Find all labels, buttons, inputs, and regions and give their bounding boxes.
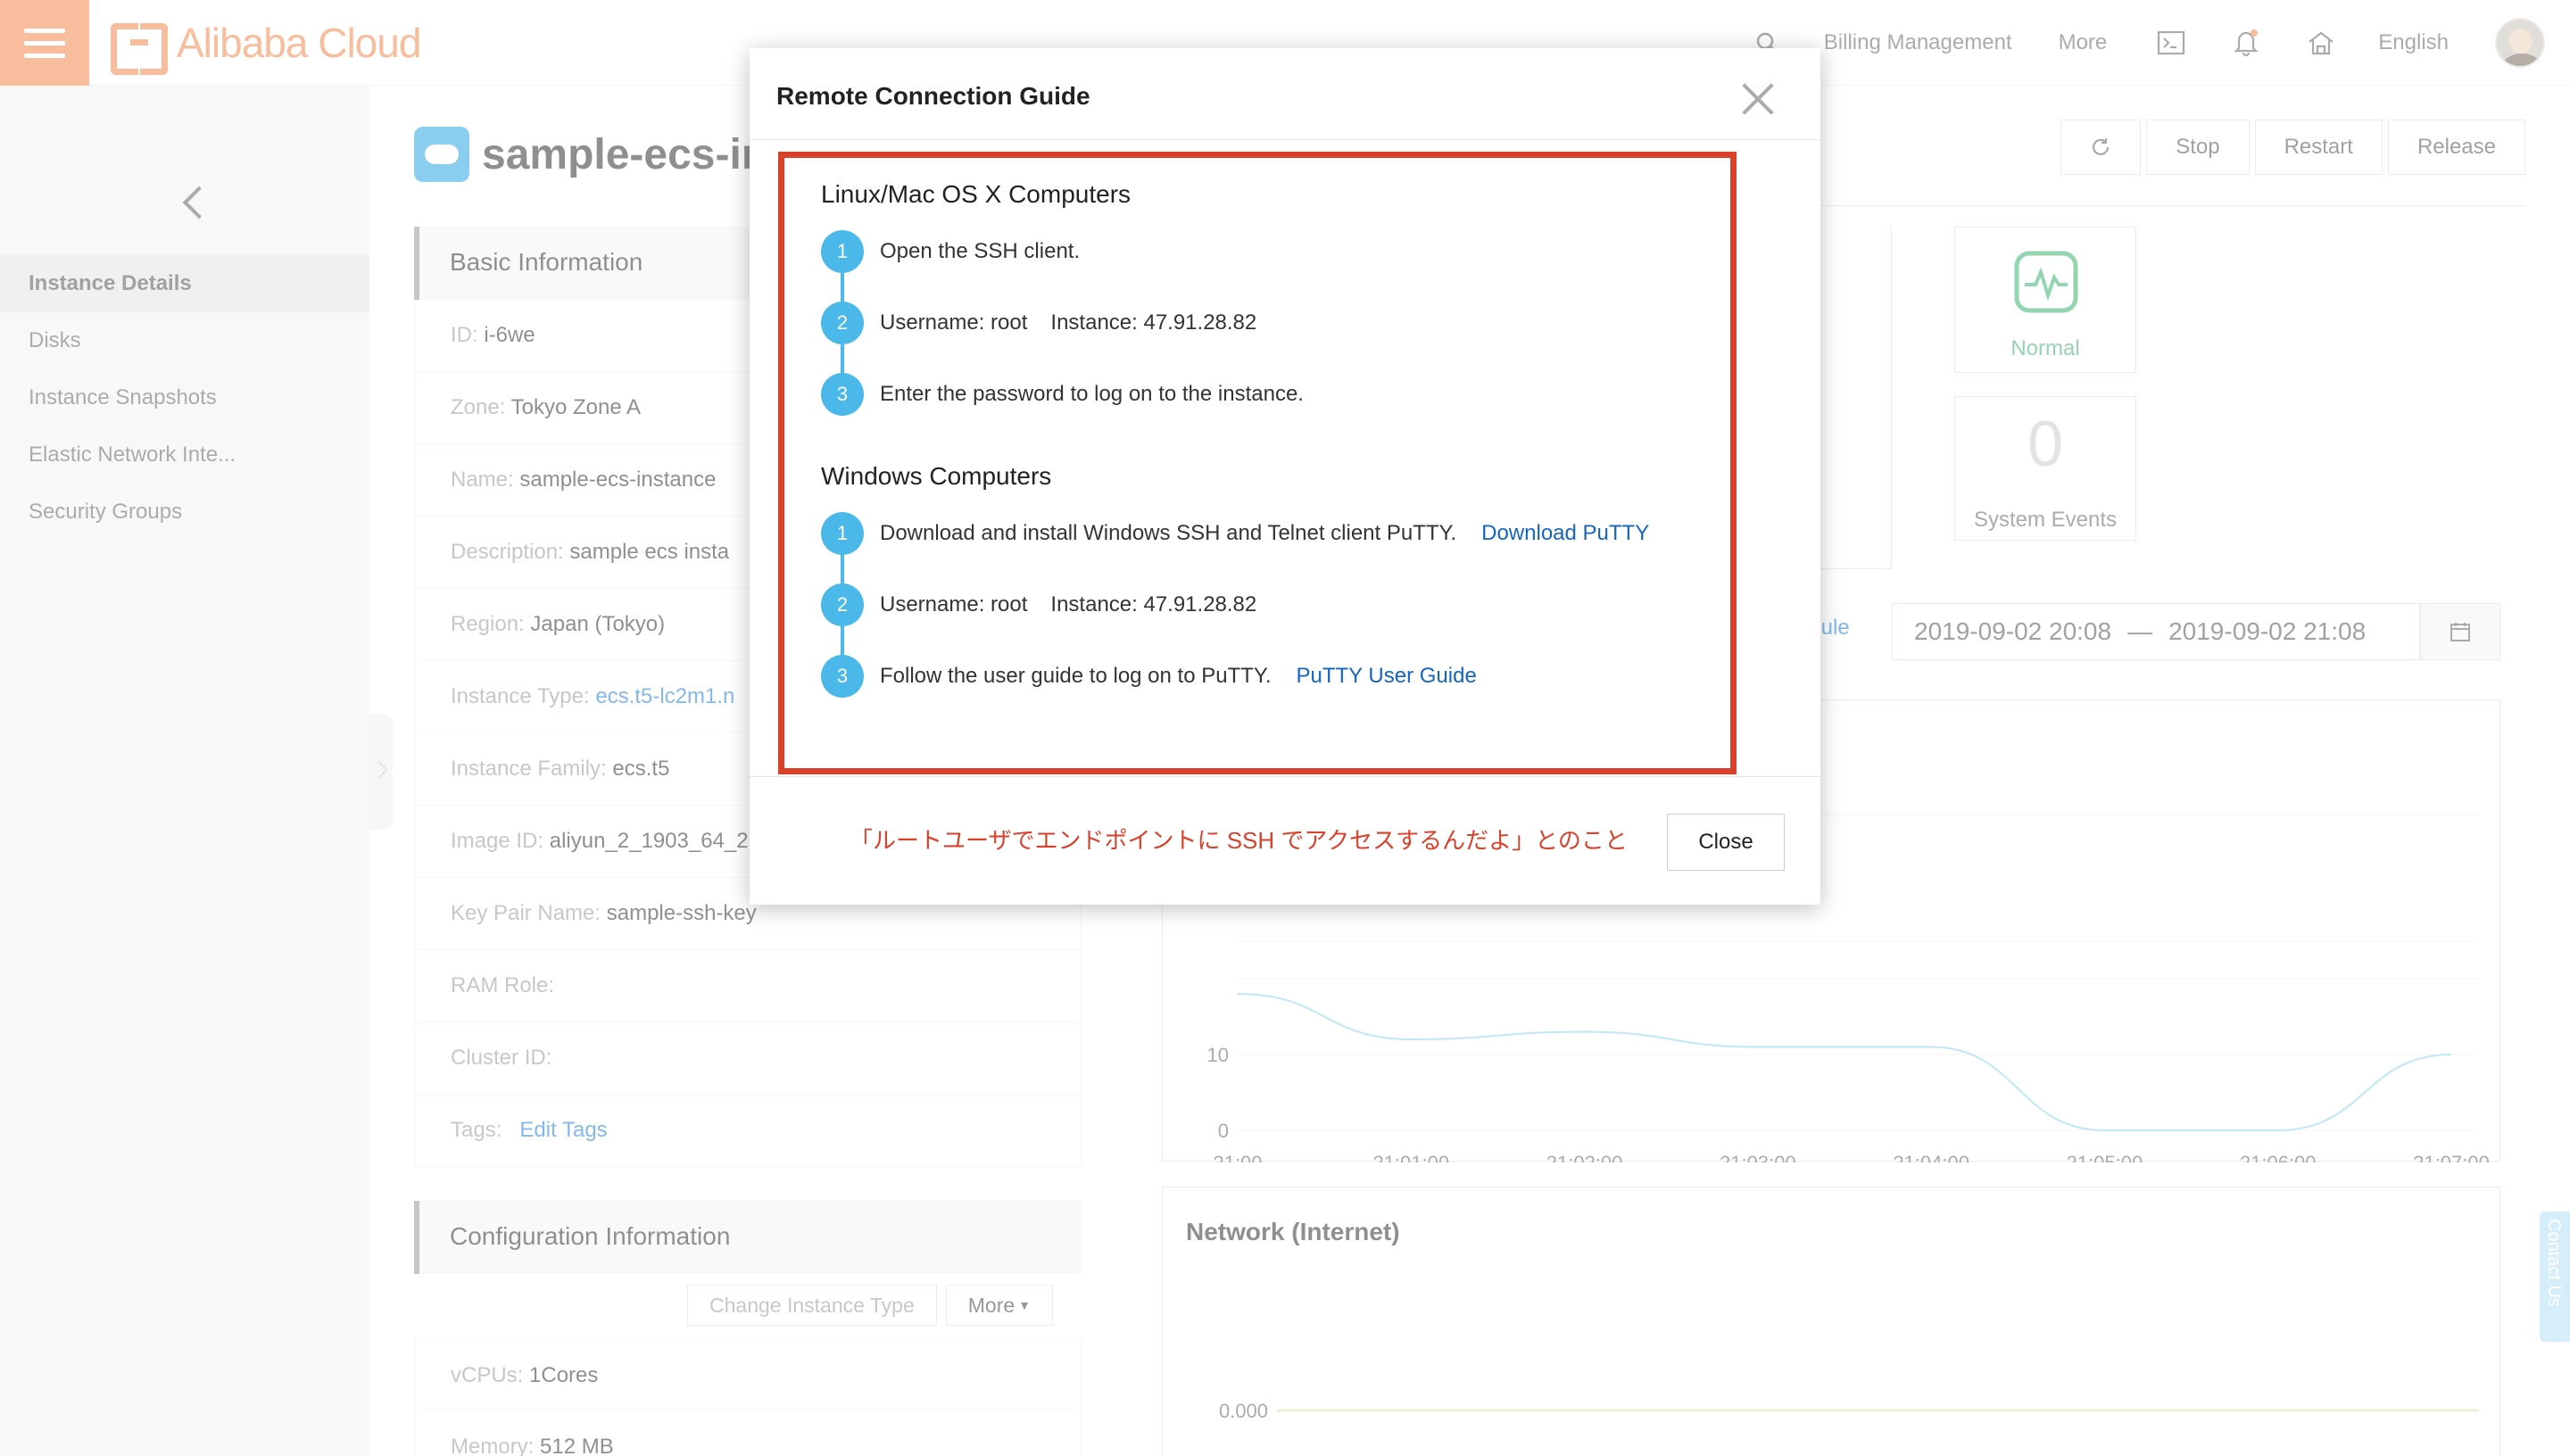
step-text: Enter the password to log on to the inst… <box>880 382 1304 406</box>
username-text: Username: root <box>880 310 1028 335</box>
username-text: Username: root <box>880 592 1028 616</box>
remote-connection-modal: Remote Connection Guide Linux/Mac OS X C… <box>750 48 1820 905</box>
step-number: 1 <box>821 230 864 273</box>
windows-step-1: 1 Download and install Windows SSH and T… <box>821 512 1649 555</box>
step-number: 1 <box>821 512 864 555</box>
instance-ip-text: Instance: 47.91.28.82 <box>1050 592 1257 616</box>
modal-footer-divider <box>750 776 1820 777</box>
close-icon[interactable] <box>1740 80 1776 116</box>
step-number: 2 <box>821 583 864 626</box>
linux-step-1: 1 Open the SSH client. <box>821 230 1080 273</box>
download-putty-link[interactable]: Download PuTTY <box>1481 521 1649 546</box>
step-connector <box>841 273 844 302</box>
step-text: Follow the user guide to log on to PuTTY… <box>880 664 1272 688</box>
linux-step-2: 2 Username: root Instance: 47.91.28.82 <box>821 302 1256 344</box>
step-number: 3 <box>821 655 864 698</box>
step-connector <box>841 555 844 583</box>
annotation-note: 「ルートユーザでエンドポイントに SSH でアクセスするんだよ」とのこと <box>850 827 1628 854</box>
step-connector <box>841 626 844 655</box>
step-number: 2 <box>821 302 864 344</box>
step-text: Download and install Windows SSH and Tel… <box>880 521 1457 545</box>
step-connector <box>841 344 844 373</box>
windows-step-2: 2 Username: root Instance: 47.91.28.82 <box>821 583 1256 626</box>
putty-user-guide-link[interactable]: PuTTY User Guide <box>1296 664 1476 689</box>
close-button[interactable]: Close <box>1667 814 1785 871</box>
modal-divider <box>750 139 1820 140</box>
windows-section-title: Windows Computers <box>821 462 1052 490</box>
modal-title: Remote Connection Guide <box>776 82 1090 110</box>
step-number: 3 <box>821 373 864 416</box>
step-text: Open the SSH client. <box>880 239 1081 263</box>
linux-section-title: Linux/Mac OS X Computers <box>821 180 1132 208</box>
windows-step-3: 3 Follow the user guide to log on to PuT… <box>821 655 1477 698</box>
linux-step-3: 3 Enter the password to log on to the in… <box>821 373 1304 416</box>
instance-ip-text: Instance: 47.91.28.82 <box>1050 310 1257 335</box>
